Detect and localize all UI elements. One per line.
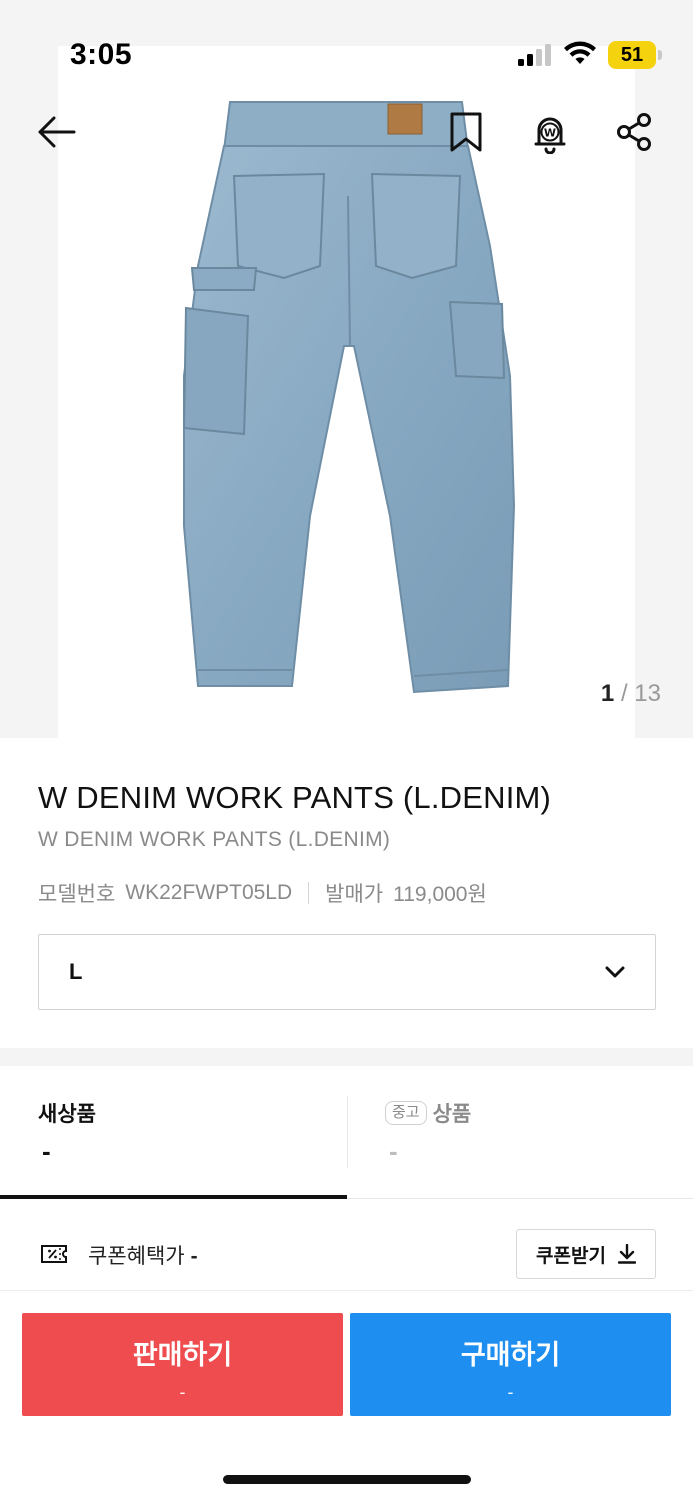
coupon-row: 쿠폰혜택가 - 쿠폰받기 xyxy=(0,1200,693,1288)
share-button[interactable] xyxy=(610,108,658,156)
chevron-down-icon xyxy=(605,966,625,978)
back-button[interactable] xyxy=(32,108,80,156)
svg-text:W: W xyxy=(544,127,556,140)
tab-used-label-wrap: 중고 상품 xyxy=(385,1098,471,1128)
tab-new-product[interactable]: 새상품 - xyxy=(0,1066,347,1200)
status-bar: 3:05 51 xyxy=(0,0,693,100)
sell-button-price: - xyxy=(179,1382,186,1402)
get-coupon-label: 쿠폰받기 xyxy=(536,1245,606,1267)
tab-used-label: 상품 xyxy=(432,1103,472,1126)
tab-used-product[interactable]: 중고 상품 - xyxy=(347,1066,693,1200)
size-select-value: L xyxy=(69,959,83,984)
release-price-value: 119,000원 xyxy=(393,883,487,906)
battery-cap xyxy=(658,50,662,60)
buy-button[interactable]: 구매하기 - xyxy=(350,1313,671,1416)
download-icon xyxy=(617,1244,636,1264)
sell-button-label: 판매하기 xyxy=(132,1340,233,1370)
meta-divider xyxy=(308,882,310,904)
battery-indicator: 51 xyxy=(608,41,656,69)
gallery-current: 1 xyxy=(600,680,615,707)
product-title: W DENIM WORK PANTS (L.DENIM) xyxy=(38,780,552,815)
cellular-signal-icon xyxy=(518,44,551,66)
gallery-pager: 1 / 13 xyxy=(601,680,661,708)
buy-button-price: - xyxy=(507,1382,514,1402)
tab-active-indicator xyxy=(0,1195,347,1199)
gallery-separator: / xyxy=(614,680,635,707)
coupon-price-value: - xyxy=(190,1245,198,1268)
release-price-label: 발매가 xyxy=(325,883,384,906)
home-indicator[interactable] xyxy=(223,1475,471,1484)
size-select[interactable]: L xyxy=(38,934,656,1010)
bookmark-icon xyxy=(450,112,482,152)
condition-tabs: 새상품 - 중고 상품 - xyxy=(0,1066,693,1200)
product-subtitle: W DENIM WORK PANTS (L.DENIM) xyxy=(38,828,391,851)
tab-used-price: - xyxy=(389,1136,398,1166)
sell-button[interactable]: 판매하기 - xyxy=(22,1313,343,1416)
status-time: 3:05 xyxy=(70,38,133,71)
tab-new-label: 새상품 xyxy=(38,1103,96,1126)
used-badge: 중고 xyxy=(385,1101,427,1125)
bookmark-button[interactable] xyxy=(442,108,490,156)
section-divider xyxy=(0,1048,693,1066)
price-alert-button[interactable]: W xyxy=(526,108,574,156)
get-coupon-button[interactable]: 쿠폰받기 xyxy=(516,1229,656,1279)
bottom-action-bar: 판매하기 - 구매하기 - xyxy=(0,1290,693,1500)
model-number-label: 모델번호 xyxy=(38,883,116,906)
coupon-price: 쿠폰혜택가 - xyxy=(88,1240,198,1270)
tab-new-price: - xyxy=(42,1136,51,1166)
wifi-icon xyxy=(564,41,596,64)
share-icon xyxy=(617,113,651,151)
product-meta: 모델번호 WK22FWPT05LD 발매가 119,000원 xyxy=(38,878,487,908)
arrow-left-icon xyxy=(38,116,76,148)
coupon-price-label: 쿠폰혜택가 xyxy=(88,1245,185,1268)
buy-button-label: 구매하기 xyxy=(460,1340,561,1370)
product-gallery[interactable]: 1 / 13 xyxy=(0,0,693,738)
bell-w-icon: W xyxy=(534,117,566,154)
gallery-total: 13 xyxy=(634,680,661,707)
model-number-value: WK22FWPT05LD xyxy=(125,881,293,904)
coupon-icon xyxy=(41,1245,67,1263)
